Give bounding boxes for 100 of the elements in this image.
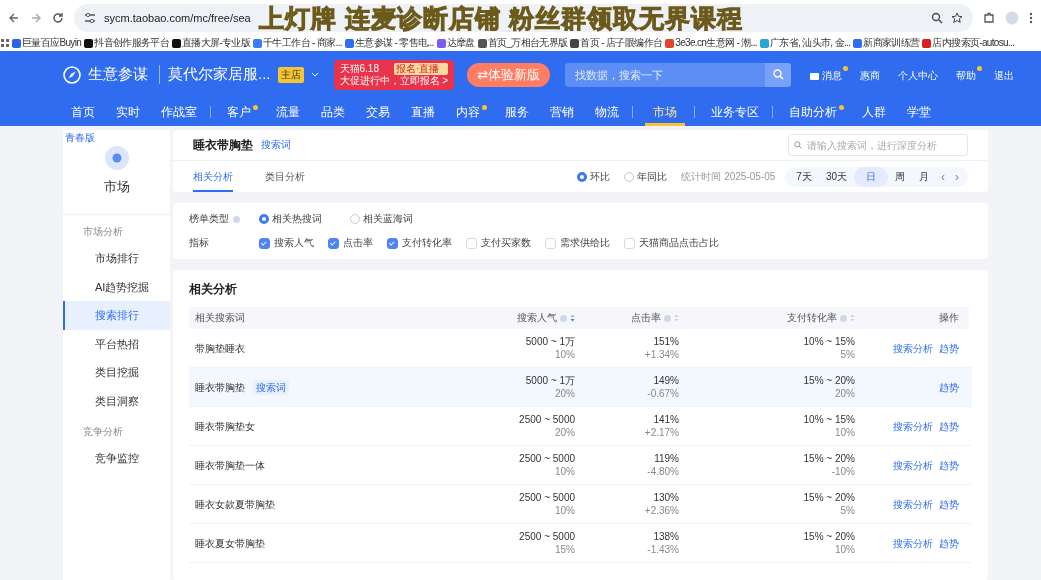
nav-tab[interactable]: 人群: [858, 98, 890, 126]
action-link[interactable]: 搜索分析: [893, 341, 933, 355]
header-link[interactable]: 帮助: [956, 66, 983, 83]
more-icon[interactable]: [1029, 11, 1033, 24]
value-cell: 15% ~ 20%: [803, 374, 855, 387]
caret-icon[interactable]: [310, 71, 319, 78]
reload-icon[interactable]: [52, 11, 64, 24]
header-link[interactable]: 退出: [994, 66, 1021, 83]
metric-checkbox[interactable]: 支付买家数: [466, 236, 531, 250]
period-option[interactable]: 周: [888, 166, 912, 187]
period-option[interactable]: 月: [912, 166, 936, 187]
keyword-search-field[interactable]: 请输入搜索词，进行深度分析: [788, 134, 968, 156]
change-cell: 20%: [835, 387, 855, 400]
nav-tab[interactable]: 直播: [407, 98, 439, 126]
value-cell: 141%: [653, 413, 679, 426]
nav-tab[interactable]: 作战室: [157, 98, 201, 126]
nav-tab[interactable]: 营销: [546, 98, 578, 126]
header-link[interactable]: 个人中心: [898, 66, 945, 83]
promo-banner[interactable]: 天猫6.18 报名·直播 大促进行中，立即报名 >: [333, 59, 455, 90]
sidebar-item[interactable]: 平台热招: [63, 329, 170, 358]
action-link[interactable]: 搜索分析: [893, 458, 933, 472]
action-link[interactable]: 趋势: [939, 458, 959, 472]
nav-tab[interactable]: 客户: [223, 98, 259, 126]
sidebar-item[interactable]: 竞争监控: [63, 444, 170, 473]
metric-checkbox[interactable]: 点击率: [328, 236, 373, 250]
change-cell: 10%: [555, 348, 575, 361]
sidebar-item[interactable]: AI趋势挖掘: [63, 272, 170, 301]
metric-checkbox[interactable]: 天猫商品点击占比: [624, 236, 719, 250]
nav-tab[interactable]: 自助分析: [785, 98, 845, 126]
sidebar-item[interactable]: 类目洞察: [63, 386, 170, 415]
metric-checkbox[interactable]: 支付转化率: [387, 236, 452, 250]
action-link[interactable]: 趋势: [939, 341, 959, 355]
change-cell: 20%: [555, 387, 575, 400]
bookmark[interactable]: 首页_万相台无界版: [477, 36, 568, 50]
bookmark[interactable]: 千牛工作台 - 商家...: [253, 36, 342, 50]
bookmark[interactable]: 巨量百应Buyin: [12, 36, 82, 50]
bookmark[interactable]: 店内搜索页-autosu...: [922, 36, 1015, 50]
section-title: 相关分析: [189, 281, 237, 298]
header-link[interactable]: 消息: [810, 66, 849, 83]
change-cell: 10%: [835, 543, 855, 556]
keyword-cell: 睡衣带胸垫女: [195, 419, 255, 433]
sidebar-item[interactable]: 市场排行: [63, 244, 170, 273]
nav-tab[interactable]: 品类: [317, 98, 349, 126]
column-header[interactable]: 点击率: [631, 311, 661, 325]
search-field[interactable]: 找数据，搜索一下: [565, 62, 766, 87]
nav-tab[interactable]: 学堂: [903, 98, 935, 126]
bookmark[interactable]: 首页 - 店子眼编作台: [570, 36, 663, 50]
tab[interactable]: 类目分析: [265, 161, 305, 192]
keyword-cell: 带胸垫睡衣: [195, 341, 245, 355]
period-option[interactable]: 30天: [818, 166, 854, 187]
action-link[interactable]: 趋势: [939, 536, 959, 550]
previous-button[interactable]: ‹: [936, 169, 950, 184]
search-button[interactable]: [765, 62, 792, 87]
action-link[interactable]: 趋势: [939, 497, 959, 511]
extensions-icon[interactable]: [983, 11, 995, 24]
nav-tab[interactable]: 交易: [362, 98, 394, 126]
zoom-icon[interactable]: [931, 11, 943, 24]
compare-radio[interactable]: 环比: [577, 169, 611, 184]
metric-checkbox[interactable]: 搜索人气: [259, 236, 314, 250]
action-link[interactable]: 趋势: [939, 380, 959, 394]
apps-icon[interactable]: [1, 39, 9, 47]
nav-tab[interactable]: 内容: [452, 98, 488, 126]
back-icon[interactable]: [8, 11, 20, 24]
nav-tab[interactable]: 市场: [645, 98, 685, 126]
value-cell: 2500 ~ 5000: [519, 452, 575, 465]
next-button[interactable]: ›: [950, 169, 964, 184]
list-type-radio[interactable]: 相关蓝海词: [350, 212, 413, 226]
period-option[interactable]: 7天: [789, 166, 819, 187]
action-link[interactable]: 搜索分析: [893, 497, 933, 511]
bookmark[interactable]: 3e3e.cn生意网 - 潮...: [665, 36, 757, 50]
action-link[interactable]: 搜索分析: [893, 536, 933, 550]
bookmark[interactable]: 达摩盘: [436, 36, 475, 50]
nav-tab[interactable]: 实时: [112, 98, 144, 126]
nav-tab[interactable]: 业务专区: [707, 98, 763, 126]
sidebar-item[interactable]: 搜索排行: [63, 301, 170, 330]
info-icon: [233, 215, 240, 223]
change-cell: +2.17%: [644, 426, 679, 439]
bookmark[interactable]: 生意参谋 - 零售电...: [344, 36, 434, 50]
nav-tab[interactable]: 服务: [501, 98, 533, 126]
nav-tab[interactable]: 流量: [272, 98, 304, 126]
action-link[interactable]: 搜索分析: [893, 419, 933, 433]
sort-icon[interactable]: [570, 314, 575, 322]
action-link[interactable]: 趋势: [939, 419, 959, 433]
sidebar-item[interactable]: 类目挖掘: [63, 358, 170, 387]
compare-radio[interactable]: 年同比: [624, 169, 668, 184]
address-bar[interactable]: sycm.taobao.com/mc/free/sea 上灯牌 连麦诊断店铺 粉丝群领取无界课程: [74, 3, 973, 32]
value-cell: 2500 ~ 5000: [519, 413, 575, 426]
app-logo-text: 生意参谋: [88, 65, 148, 84]
star-icon[interactable]: [951, 11, 963, 24]
tab[interactable]: 相关分析: [193, 161, 233, 192]
metric-checkbox[interactable]: 需求供给比: [545, 236, 610, 250]
period-option[interactable]: 日: [854, 166, 888, 187]
bookmark[interactable]: 抖音创作服务平台: [84, 36, 169, 50]
list-type-radio[interactable]: 相关热搜词: [259, 212, 322, 226]
bookmark[interactable]: 广东省, 汕头市, 金...: [760, 36, 851, 50]
bookmark[interactable]: 新商家训练营: [853, 36, 920, 50]
nav-tab[interactable]: 物流: [591, 98, 623, 126]
nav-tab[interactable]: 首页: [67, 98, 99, 126]
bookmark[interactable]: 直播大屏-专业版: [172, 36, 251, 50]
header-link[interactable]: 惠商: [860, 66, 887, 83]
